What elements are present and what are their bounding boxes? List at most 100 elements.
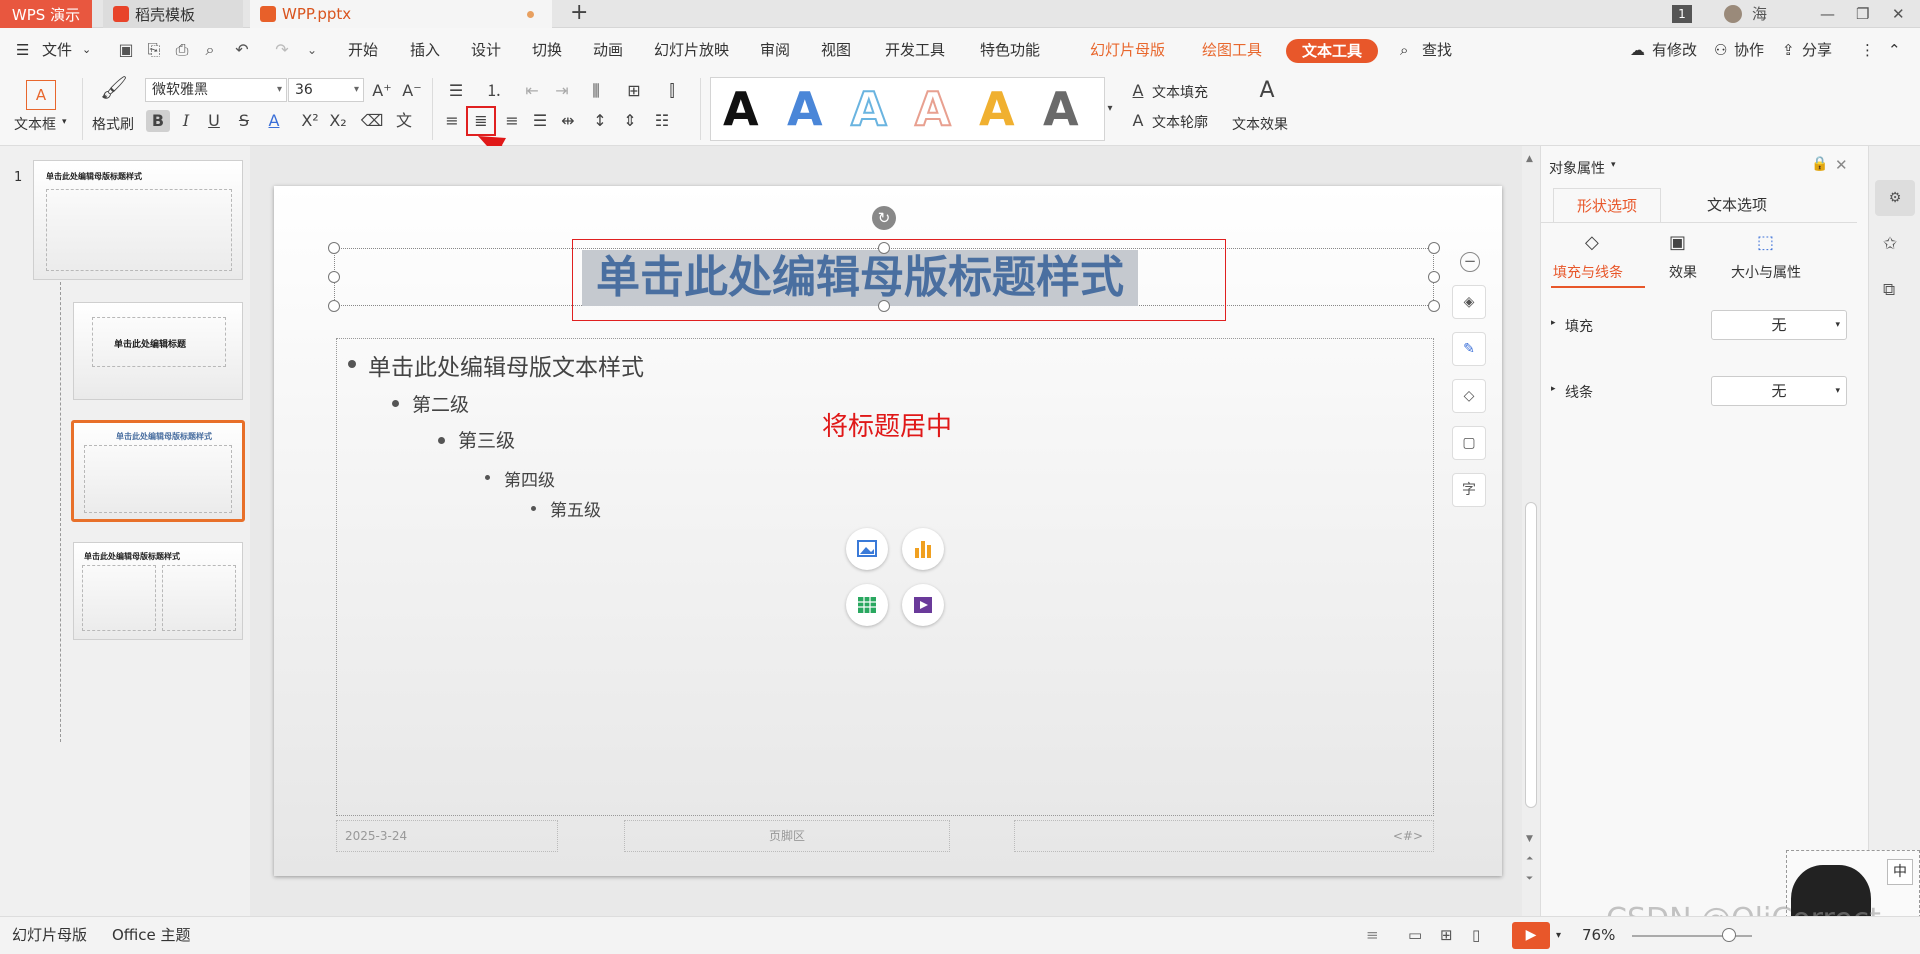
tab-developer[interactable]: 开发工具 [885, 28, 945, 72]
italic-icon[interactable]: I [174, 110, 198, 132]
zoom-level[interactable]: 76% [1582, 917, 1615, 954]
footer-text[interactable]: 页脚区 [624, 820, 950, 852]
size-icon[interactable]: ⬚ [1757, 232, 1774, 253]
text-direction-icon[interactable]: ⊞ [622, 80, 646, 102]
grow-font-icon[interactable]: A⁺ [370, 80, 394, 102]
maximize-icon[interactable]: ❐ [1856, 0, 1869, 28]
fill-line-icon[interactable]: ◇ [1585, 232, 1599, 253]
normal-view-icon[interactable]: ▭ [1408, 917, 1422, 954]
body-level-4[interactable]: 第四级 [504, 466, 555, 491]
resize-handle[interactable] [1428, 300, 1440, 312]
style-light-blue-outline[interactable]: A [850, 81, 888, 137]
line-label[interactable]: 线条 [1565, 382, 1593, 402]
effect-icon[interactable]: ▣ [1669, 232, 1686, 253]
textbox-label[interactable]: 文本框 [14, 114, 56, 134]
strikethrough-icon[interactable]: S [232, 110, 256, 132]
resize-handle[interactable] [328, 242, 340, 254]
shrink-font-icon[interactable]: A⁻ [400, 80, 424, 102]
more-icon[interactable]: ⋮ [1860, 28, 1875, 72]
body-level-3[interactable]: 第三级 [458, 426, 515, 453]
collapse-toolbar-icon[interactable]: − [1460, 252, 1480, 272]
footer-slide-number[interactable]: <#> [1014, 820, 1434, 852]
animation-icon[interactable]: ✩ [1883, 234, 1897, 254]
scroll-thumb[interactable] [1525, 502, 1537, 808]
zoom-slider-thumb[interactable] [1722, 928, 1736, 942]
format-painter-label[interactable]: 格式刷 [92, 114, 134, 134]
pen-icon[interactable]: ✎ [1452, 332, 1486, 366]
resize-handle[interactable] [1428, 271, 1440, 283]
redo-icon[interactable]: ↷ [272, 40, 292, 60]
customize-chevron-icon[interactable]: ⌄ [302, 40, 322, 60]
style-gray[interactable]: A [1043, 82, 1079, 136]
collab-button[interactable]: 协作 [1734, 28, 1764, 72]
tab-text-options[interactable]: 文本选项 [1687, 188, 1787, 222]
body-level-1[interactable]: 单击此处编辑母版文本样式 [368, 348, 644, 382]
collapse-ribbon-icon[interactable]: ⌃ [1888, 28, 1901, 72]
next-slide-icon[interactable]: ⏷ [1526, 874, 1533, 884]
text-outline-label[interactable]: 文本轮廓 [1152, 112, 1208, 132]
footer-date[interactable]: 2025-3-24 [336, 820, 558, 852]
text-style-icon[interactable]: 字 [1452, 473, 1486, 507]
insert-chart-icon[interactable] [902, 528, 944, 570]
textbox-icon[interactable]: A [26, 80, 56, 110]
insert-table-icon[interactable] [846, 584, 888, 626]
decrease-indent-icon[interactable]: ⇤ [520, 80, 544, 102]
print-preview-icon[interactable]: ⌕ [200, 40, 220, 60]
style-pink-outline[interactable]: A [914, 81, 952, 137]
vertical-scrollbar[interactable]: ▲ ▼ ⏶ ⏷ [1522, 146, 1540, 916]
fill-label[interactable]: 填充 [1565, 316, 1593, 336]
tab-slideshow[interactable]: 幻灯片放映 [654, 28, 729, 72]
avatar[interactable] [1724, 5, 1742, 23]
undo-icon[interactable]: ↶ [232, 40, 252, 60]
export-icon[interactable]: ⎘ [144, 40, 164, 60]
subscript-icon[interactable]: X₂ [326, 110, 350, 132]
tab-transition[interactable]: 切换 [532, 28, 562, 72]
panel-title[interactable]: 对象属性 [1549, 158, 1605, 178]
slide-title-text[interactable]: 单击此处编辑母版标题样式 [582, 250, 1138, 306]
slide-master-page[interactable]: 单击此处编辑母版标题样式 ↻ 单击此处编辑母版文本样式 第二级 第三级 第四级 … [274, 186, 1502, 876]
subtab-effect[interactable]: 效果 [1669, 262, 1697, 282]
format-painter-icon[interactable]: 🖌 [100, 78, 128, 108]
phonetic-icon[interactable]: 文 [392, 110, 416, 132]
file-menu[interactable]: 文件 [42, 28, 72, 72]
underline-icon[interactable]: U [202, 110, 226, 132]
notes-icon[interactable]: ≡ [1366, 917, 1379, 954]
tab-features[interactable]: 特色功能 [980, 28, 1040, 72]
user-name[interactable]: 海 [1752, 0, 1767, 28]
bold-icon[interactable]: B [146, 110, 170, 132]
expand-fill-icon[interactable]: ▸ [1551, 318, 1556, 328]
status-theme[interactable]: Office 主题 [112, 917, 191, 954]
text-outline-icon[interactable]: A [1126, 110, 1150, 132]
save-icon[interactable]: ▣ [116, 40, 136, 60]
wps-app-tab[interactable]: WPS 演示 [0, 0, 92, 28]
shapes-icon[interactable]: ⧉ [1883, 280, 1895, 300]
lock-icon[interactable]: 🔒 [1811, 156, 1828, 172]
text-fill-icon[interactable]: A [1126, 80, 1150, 102]
file-tab-wpp[interactable]: WPP.pptx [250, 0, 552, 28]
superscript-icon[interactable]: X² [298, 110, 322, 132]
resize-handle[interactable] [1428, 242, 1440, 254]
tab-shape-options[interactable]: 形状选项 [1553, 188, 1661, 222]
tab-drawing-tools[interactable]: 绘图工具 [1202, 28, 1262, 72]
resize-handle[interactable] [328, 271, 340, 283]
tab-view[interactable]: 视图 [821, 28, 851, 72]
print-icon[interactable]: ⎙ [172, 40, 192, 60]
hamburger-icon[interactable]: ☰ [16, 28, 29, 72]
chevron-down-icon[interactable]: ▾ [1611, 160, 1616, 170]
ime-indicator[interactable]: 中 [1887, 859, 1913, 885]
expand-line-icon[interactable]: ▸ [1551, 384, 1556, 394]
resize-handle[interactable] [878, 300, 890, 312]
rotate-handle-icon[interactable]: ↻ [872, 206, 896, 230]
font-name-select[interactable]: 微软雅黑 ▾ [145, 78, 287, 102]
status-mode[interactable]: 幻灯片母版 [12, 917, 87, 954]
share-button[interactable]: 分享 [1802, 28, 1832, 72]
play-options-icon[interactable]: ▾ [1556, 917, 1561, 954]
numbered-list-icon[interactable]: ⒈ [482, 80, 506, 102]
search-label[interactable]: 查找 [1422, 28, 1452, 72]
text-effect-label[interactable]: 文本效果 [1232, 114, 1288, 134]
insert-video-icon[interactable] [902, 584, 944, 626]
template-tab[interactable]: 稻壳模板 [103, 0, 243, 28]
tab-design[interactable]: 设计 [471, 28, 501, 72]
tab-animation[interactable]: 动画 [593, 28, 623, 72]
textbox-chevron-icon[interactable]: ▾ [62, 117, 67, 127]
